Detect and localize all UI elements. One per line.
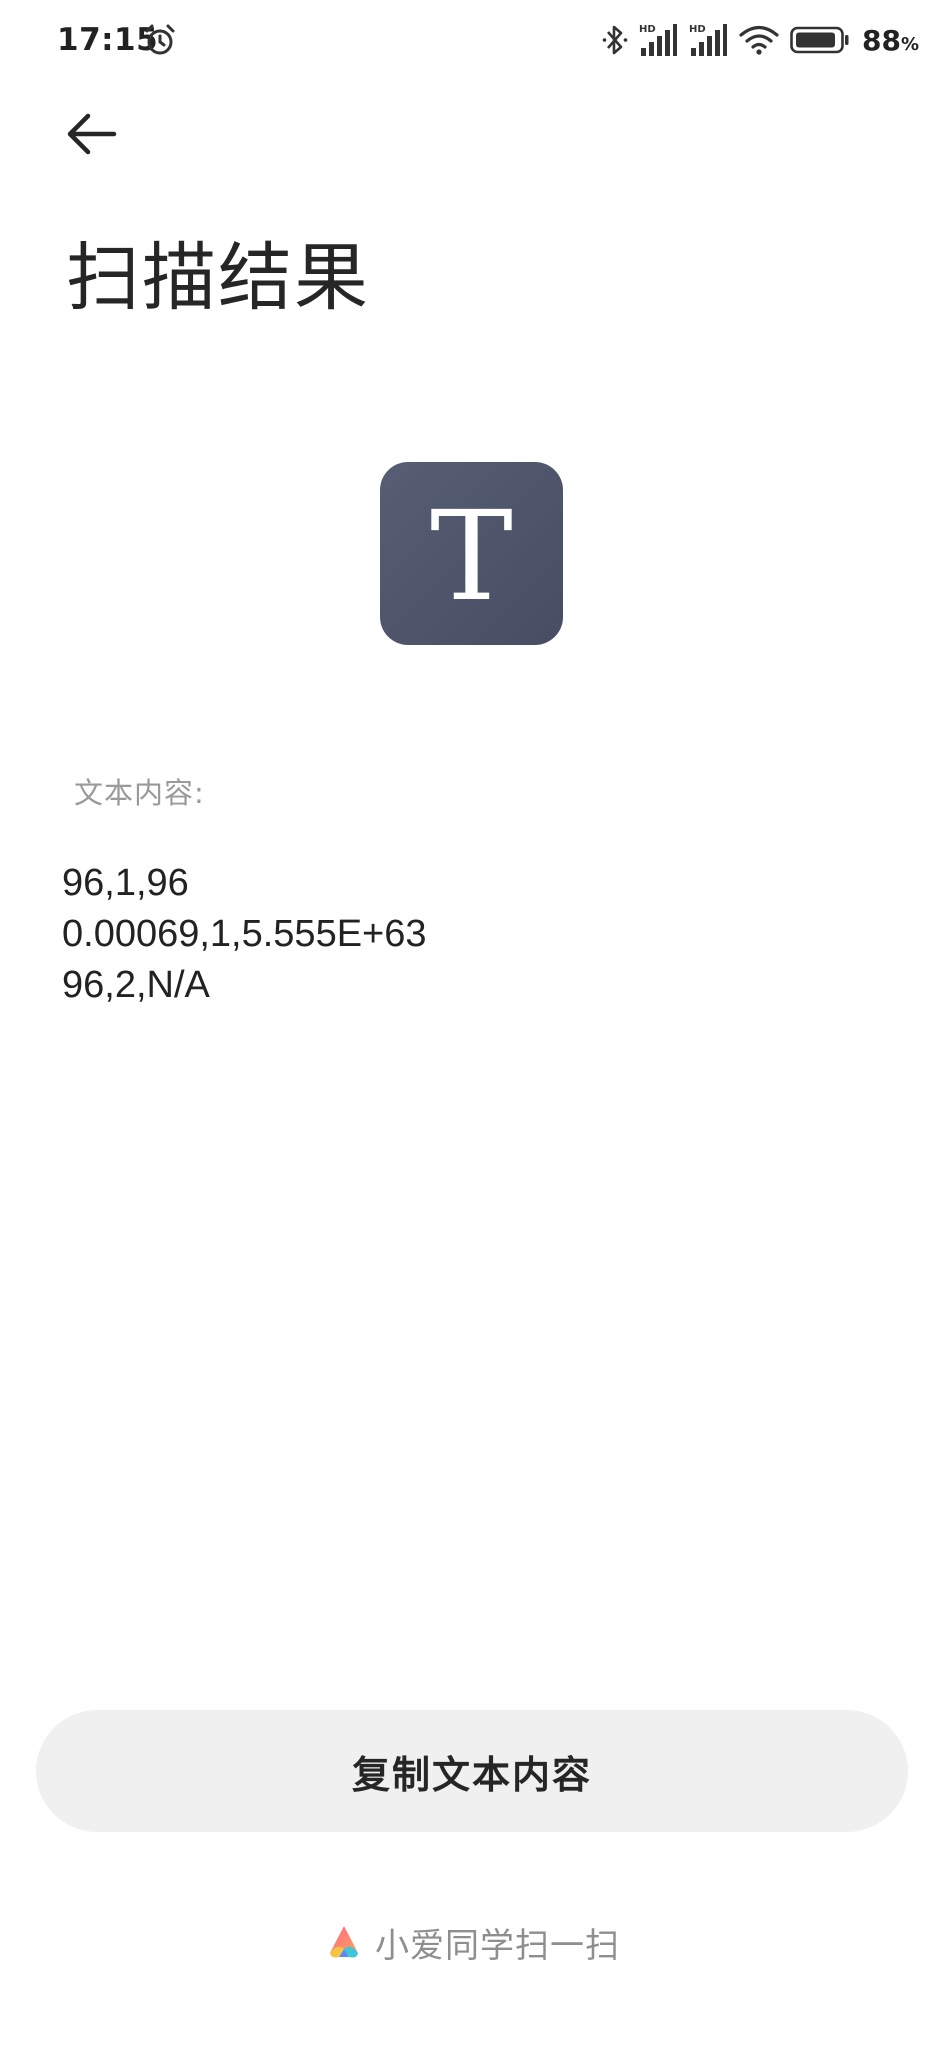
- arrow-left-icon: [67, 113, 117, 155]
- svg-text:HD: HD: [639, 24, 656, 35]
- alarm-icon: [145, 24, 175, 55]
- text-type-letter: T: [430, 484, 513, 629]
- status-bar: 17:15 HD HD 88%: [0, 0, 945, 84]
- scanned-text-content: 96,1,96 0.00069,1,5.555E+63 96,2,N/A: [62, 858, 427, 1011]
- footer-text: 小爱同学扫一扫: [375, 1925, 620, 1966]
- bluetooth-icon: [602, 25, 628, 55]
- footer-branding: 小爱同学扫一扫: [0, 1912, 945, 1972]
- scanned-text-line: 96,2,N/A: [62, 964, 210, 1006]
- status-icons: HD HD 88%: [602, 18, 919, 62]
- scanned-text-line: 96,1,96: [62, 862, 189, 904]
- xiaoai-logo-icon: [330, 1926, 358, 1958]
- svg-text:HD: HD: [689, 24, 706, 35]
- battery-percent: 88%: [861, 23, 919, 57]
- copy-text-button[interactable]: 复制文本内容: [36, 1710, 908, 1832]
- text-type-icon: T: [380, 462, 563, 645]
- signal-hd-icon: HD: [639, 24, 677, 56]
- wifi-icon: [739, 25, 779, 55]
- back-button[interactable]: [60, 104, 140, 168]
- content-label: 文本内容:: [74, 776, 205, 810]
- battery-icon: [790, 26, 849, 54]
- scanned-text-line: 0.00069,1,5.555E+63: [62, 913, 427, 955]
- signal-hd-icon: HD: [689, 24, 727, 56]
- page-title: 扫描结果: [66, 235, 370, 321]
